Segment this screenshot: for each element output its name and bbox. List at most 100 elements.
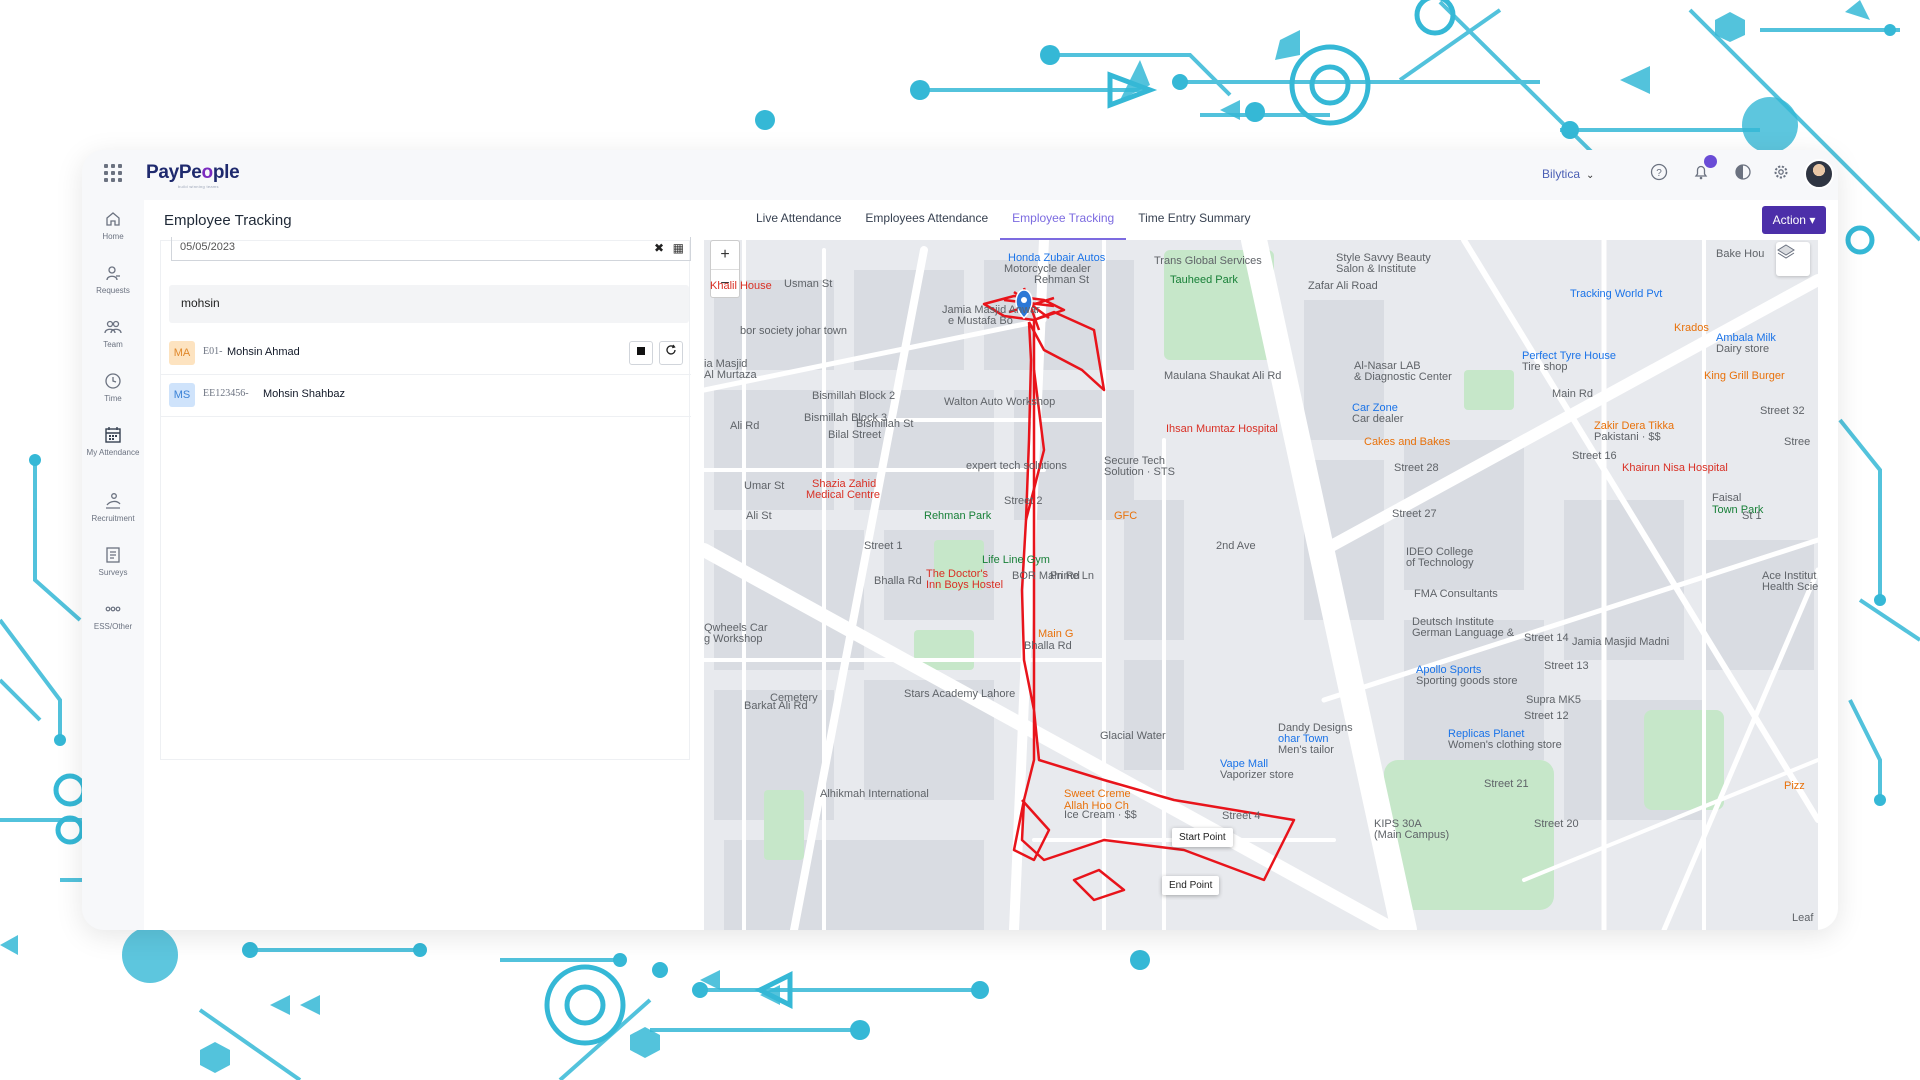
requests-icon (103, 264, 123, 284)
map-place-label: Pizz (1784, 780, 1805, 792)
map-place-label: Ice Cream · $$ (1064, 809, 1137, 821)
map-place-label: Car dealer (1352, 413, 1404, 425)
sidebar-item-my-attendance[interactable]: My Attendance (82, 426, 144, 457)
tab-employees-attendance[interactable]: Employees Attendance (853, 200, 1000, 240)
company-selector[interactable]: Bilytica ⌄ (1542, 167, 1594, 181)
list-item[interactable]: MA E01- Mohsin Ahmad (161, 333, 691, 375)
map-place-label: Street 4 (1222, 810, 1261, 822)
home-icon (103, 210, 123, 230)
tab-time-entry-summary[interactable]: Time Entry Summary (1126, 200, 1262, 240)
team-icon (103, 318, 123, 338)
map-place-label: Zafar Ali Road (1308, 280, 1378, 292)
clear-icon[interactable]: ✖ (654, 241, 664, 255)
more-icon (103, 600, 123, 620)
action-button[interactable]: Action ▾ (1762, 206, 1826, 234)
map-place-label: Street 32 (1760, 405, 1805, 417)
map-place-label: Bilal Street (828, 429, 882, 441)
map-place-label: 2nd Ave (1216, 540, 1256, 552)
logo[interactable]: PayPeople (146, 162, 240, 184)
tab-live-attendance[interactable]: Live Attendance (744, 200, 853, 240)
map-place-label: Rehman Park (924, 510, 992, 522)
clock-icon (103, 372, 123, 392)
page-title: Employee Tracking (164, 212, 292, 229)
map-place-label: Bismillah St (856, 418, 914, 430)
date-value: 05/05/2023 (180, 241, 236, 253)
map-place-label: Ali Rd (730, 420, 760, 432)
tab-bar: Live Attendance Employees Attendance Emp… (744, 200, 1262, 244)
employee-name: Mohsin Ahmad (227, 346, 300, 358)
top-bar: PayPeople build winning teams Bilytica ⌄ … (82, 150, 1838, 200)
map-place-label: (Main Campus) (1374, 829, 1450, 841)
map-place-label: Dairy store (1716, 343, 1770, 355)
map-place-label: e Mustafa Bo (948, 315, 1013, 327)
sidebar: Home Requests Team Time My Attendance Re… (82, 200, 144, 930)
sidebar-item-surveys[interactable]: Surveys (82, 546, 144, 577)
map-place-label: German Language & (1412, 627, 1515, 639)
date-field[interactable]: 05/05/2023 ✖ ▦ (171, 237, 691, 261)
map-place-label: Tracking World Pvt (1570, 288, 1663, 300)
map-place-label: Glacial Water (1100, 730, 1166, 742)
start-point-label: Start Point (1172, 828, 1233, 847)
map-place-label: GFC (1114, 510, 1138, 522)
help-icon[interactable]: ? (1648, 163, 1670, 185)
survey-icon (103, 546, 123, 566)
map-place-label: bor society johar town (740, 325, 847, 337)
map-place-label: Tire shop (1522, 361, 1568, 373)
map-place-label: Street 1 (864, 540, 903, 552)
employee-search-input[interactable]: mohsin (169, 285, 689, 323)
map-place-label: g Workshop (704, 633, 763, 645)
history-icon[interactable] (1732, 163, 1754, 185)
company-name: Bilytica (1542, 167, 1581, 181)
refresh-button[interactable] (659, 341, 683, 365)
apps-grid-icon[interactable] (102, 162, 124, 184)
map-place-label: Street 21 (1484, 778, 1529, 790)
map-place-label: Solution · STS (1104, 466, 1175, 478)
map-view[interactable]: + − Start Point End Point Honda Zubair A… (704, 240, 1818, 930)
map-place-label: Al Murtaza (704, 369, 757, 381)
map-place-label: Walton Auto Workshop (944, 396, 1056, 408)
map-place-label: Supra MK5 (1526, 694, 1582, 706)
map-place-label: Trans Global Services (1154, 255, 1262, 267)
gear-icon[interactable] (1770, 163, 1792, 185)
chevron-down-icon: ⌄ (1586, 170, 1595, 181)
tab-employee-tracking[interactable]: Employee Tracking (1000, 200, 1127, 240)
stop-button[interactable] (629, 341, 653, 365)
user-avatar[interactable] (1804, 159, 1834, 189)
logo-tagline: build winning teams (178, 184, 219, 189)
main-content: Employee Tracking Live Attendance Employ… (144, 200, 1838, 930)
employee-name: Mohsin Shahbaz (263, 388, 345, 400)
map-place-label: Street 2 (1004, 495, 1043, 507)
map-place-label: Street 27 (1392, 508, 1437, 520)
sidebar-item-team[interactable]: Team (82, 318, 144, 349)
map-place-label: Bhalla Rd (874, 575, 922, 587)
map-place-label: Main G (1038, 628, 1074, 640)
map-place-label: Ali St (746, 510, 772, 522)
map-place-label: Vaporizer store (1220, 769, 1294, 781)
calendar-picker-icon[interactable]: ▦ (673, 241, 684, 255)
map-place-label: Street 16 (1572, 450, 1617, 462)
map-place-label: Pakistani · $$ (1594, 431, 1661, 443)
map-place-label: Bhalla Rd (1024, 640, 1072, 652)
zoom-in-button[interactable]: + (711, 241, 739, 269)
map-place-label: Life Line Gym (982, 554, 1050, 566)
map-base (704, 240, 1818, 930)
map-place-label: Umar St (744, 480, 785, 492)
sidebar-item-home[interactable]: Home (82, 210, 144, 241)
map-place-label: Barkat Ali Rd (744, 700, 808, 712)
map-place-label: Bismillah Block 2 (812, 390, 896, 402)
map-place-label: Cakes and Bakes (1364, 436, 1451, 448)
list-item[interactable]: MS EE123456- Mohsin Shahbaz (161, 375, 691, 417)
map-place-label: St 1 (1742, 510, 1762, 522)
map-place-label: Prime Ln (1050, 570, 1095, 582)
layers-icon[interactable] (1776, 242, 1810, 276)
sidebar-item-time[interactable]: Time (82, 372, 144, 403)
sidebar-item-recruitment[interactable]: Recruitment (82, 492, 144, 523)
sidebar-item-ess-other[interactable]: ESS/Other (82, 600, 144, 631)
caret-down-icon: ▾ (1809, 213, 1816, 227)
sidebar-item-requests[interactable]: Requests (82, 264, 144, 295)
map-place-label: Street 20 (1534, 818, 1579, 830)
map-place-label: Men's tailor (1278, 744, 1334, 756)
map-place-label: Stars Academy Lahore (904, 688, 1016, 700)
map-place-label: Street 13 (1544, 660, 1589, 672)
map-place-label: Women's clothing store (1448, 739, 1562, 751)
